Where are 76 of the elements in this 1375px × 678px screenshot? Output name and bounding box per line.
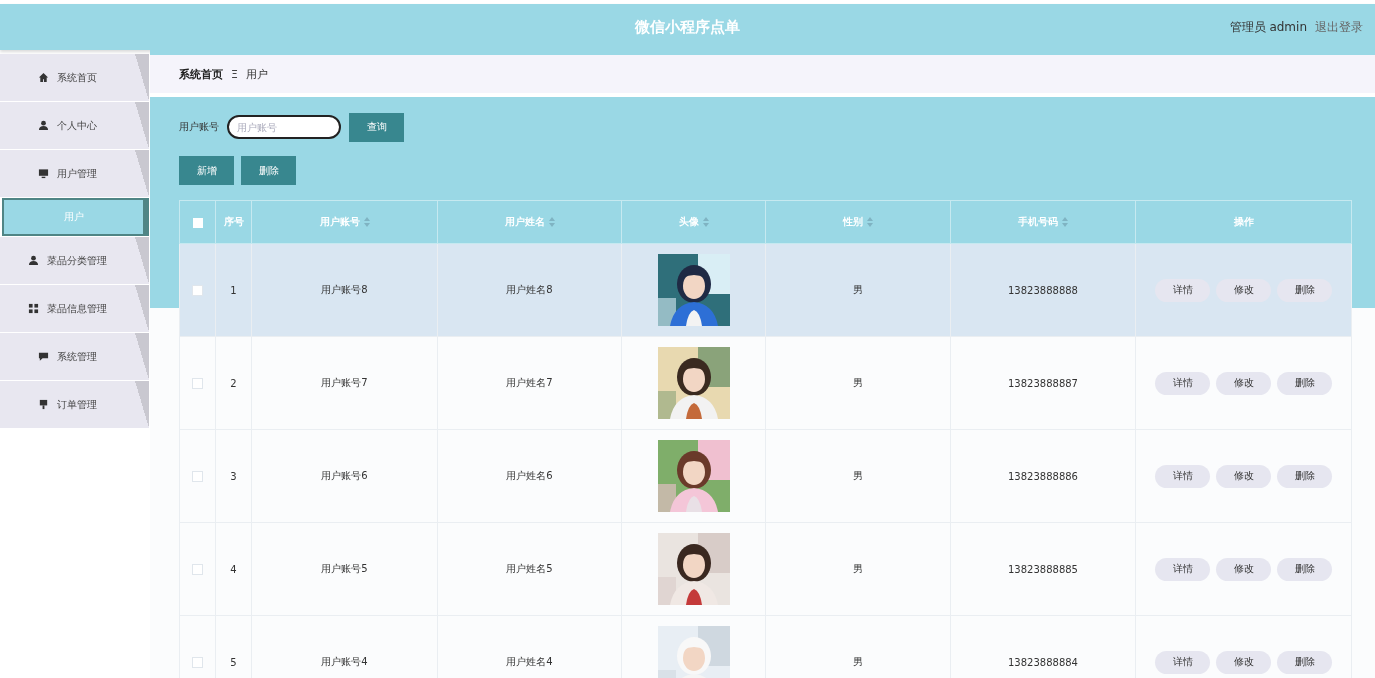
person-icon: [38, 120, 49, 131]
edit-button[interactable]: 修改: [1216, 650, 1271, 674]
add-button[interactable]: 新增: [179, 156, 234, 185]
table-cell: 用户账号7: [251, 336, 438, 430]
delete-button[interactable]: 删除: [1277, 464, 1332, 488]
table-cell: 13823888887: [950, 336, 1136, 430]
table-cell: 男: [765, 522, 951, 616]
table-cell: 用户姓名6: [437, 429, 622, 523]
sidebar-item[interactable]: 系统首页: [0, 54, 149, 101]
row-checkbox[interactable]: [192, 284, 203, 296]
edit-button[interactable]: 修改: [1216, 371, 1271, 395]
delete-button[interactable]: 删除: [241, 156, 296, 185]
table-cell: 13823888885: [950, 522, 1136, 616]
delete-button[interactable]: 删除: [1277, 557, 1332, 581]
table-cell: 男: [765, 336, 951, 430]
sort-icon[interactable]: [867, 217, 873, 227]
table-cell: 男: [765, 243, 951, 337]
breadcrumb-link[interactable]: 系统首页: [179, 66, 223, 82]
search-button[interactable]: 查询: [349, 112, 404, 142]
select-all-checkbox[interactable]: [192, 217, 203, 228]
sidebar-item[interactable]: 菜品信息管理: [0, 285, 149, 332]
edit-button[interactable]: 修改: [1216, 557, 1271, 581]
chat-bubble-icon: [38, 351, 49, 362]
details-button[interactable]: 详情: [1155, 650, 1210, 674]
edit-button[interactable]: 修改: [1216, 278, 1271, 302]
table-cell: 3: [215, 429, 252, 523]
sidebar-item[interactable]: 订单管理: [0, 381, 149, 428]
edit-button[interactable]: 修改: [1216, 464, 1271, 488]
grid-icon: [28, 303, 39, 314]
table-cell: 13823888886: [950, 429, 1136, 523]
table-cell: 用户姓名5: [437, 522, 622, 616]
table-cell: 男: [765, 429, 951, 523]
logout-link[interactable]: 退出登录: [1315, 19, 1363, 36]
table-cell: 用户姓名4: [437, 615, 622, 678]
sort-icon[interactable]: [548, 217, 555, 227]
table-cell: 13823888884: [950, 615, 1136, 678]
table-cell: 用户姓名8: [437, 243, 622, 337]
delete-button[interactable]: 删除: [1277, 650, 1332, 674]
details-button[interactable]: 详情: [1155, 464, 1210, 488]
app-title: 微信小程序点单: [635, 17, 740, 37]
details-button[interactable]: 详情: [1155, 557, 1210, 581]
breadcrumb-separator: Ξ: [231, 67, 238, 81]
table-cell: 用户姓名7: [437, 336, 622, 430]
sidebar-item[interactable]: 菜品分类管理: [0, 237, 149, 284]
sort-icon[interactable]: [1062, 217, 1068, 227]
sort-icon[interactable]: [363, 217, 370, 227]
search-field[interactable]: 用户账号: [227, 115, 341, 139]
row-checkbox[interactable]: [192, 563, 203, 575]
table-cell: 用户账号6: [251, 429, 438, 523]
table-cell: 用户账号4: [251, 615, 438, 678]
row-checkbox[interactable]: [192, 470, 203, 482]
monitor-icon: [38, 168, 49, 179]
sidebar-item[interactable]: 用户管理: [0, 150, 149, 197]
admin-name: 管理员 admin: [1229, 19, 1307, 36]
sidebar-item[interactable]: 个人中心: [0, 102, 149, 149]
table-cell: 2: [215, 336, 252, 430]
row-checkbox[interactable]: [192, 656, 203, 668]
table-cell: 用户账号8: [251, 243, 438, 337]
table-cell: 5: [215, 615, 252, 678]
signpost-icon: [38, 399, 49, 410]
person-icon: [28, 255, 39, 266]
search-label: 用户账号: [179, 120, 219, 134]
home-icon: [38, 72, 49, 83]
delete-button[interactable]: 删除: [1277, 278, 1332, 302]
details-button[interactable]: 详情: [1155, 371, 1210, 395]
table-cell: 男: [765, 615, 951, 678]
row-checkbox[interactable]: [192, 377, 203, 389]
table-cell: 1: [215, 243, 252, 337]
breadcrumb-current: 用户: [245, 66, 268, 82]
table-cell: 用户账号5: [251, 522, 438, 616]
sort-icon[interactable]: [702, 217, 709, 227]
table-cell: 13823888888: [950, 243, 1136, 337]
sidebar-item[interactable]: 系统管理: [0, 333, 149, 380]
table-cell: 4: [215, 522, 252, 616]
delete-button[interactable]: 删除: [1277, 371, 1332, 395]
details-button[interactable]: 详情: [1155, 278, 1210, 302]
